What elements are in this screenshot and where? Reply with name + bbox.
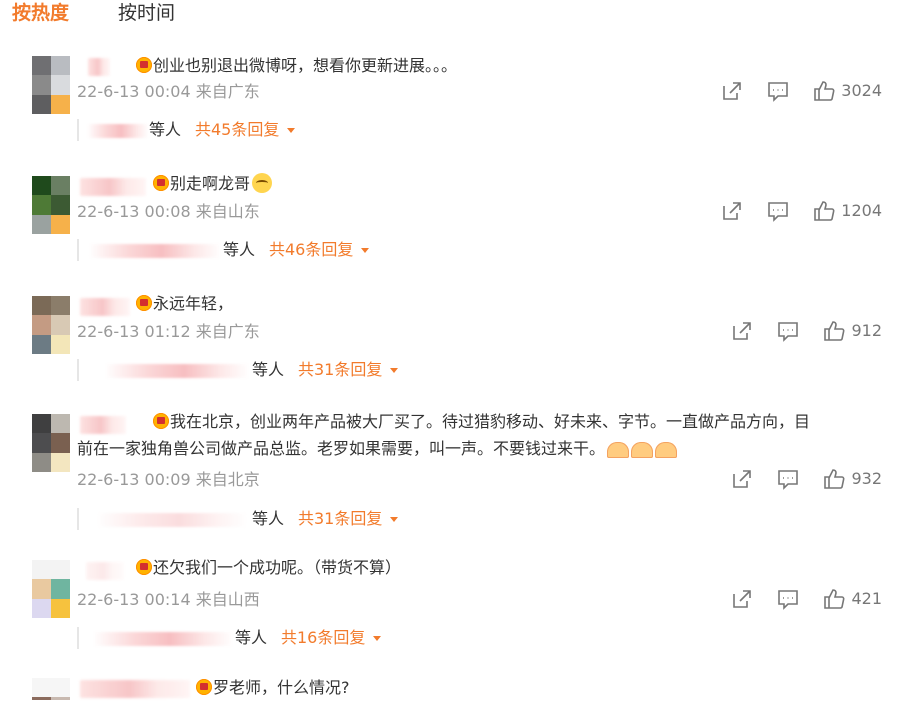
replies-count-link[interactable]: 共31条回复: [298, 508, 399, 530]
crying-emoji-icon: [252, 173, 273, 193]
replies-users-suffix: 等人: [235, 628, 268, 647]
avatar[interactable]: [32, 560, 70, 618]
vip-badge-icon: [136, 57, 152, 73]
comment-date: 22-6-13 00:14: [77, 590, 191, 609]
share-icon[interactable]: [731, 320, 753, 342]
like-count: 421: [851, 589, 882, 608]
replies-users-suffix: 等人: [252, 360, 285, 379]
comment-date: 22-6-13 00:09: [77, 470, 191, 489]
like-icon[interactable]: [813, 200, 835, 222]
username-blurred[interactable]: [88, 58, 110, 76]
replies-users-suffix: 等人: [149, 120, 182, 139]
like-count: 1204: [841, 201, 882, 220]
comment-location: 来自广东: [195, 82, 260, 101]
tab-sort-by-time[interactable]: 按时间: [118, 2, 175, 24]
comment-location: 来自广东: [195, 322, 260, 341]
username-blurred[interactable]: [86, 562, 124, 580]
comment-text: 还欠我们一个成功呢。（带货不算）: [136, 554, 401, 581]
replies-users-suffix: 等人: [252, 509, 285, 528]
comment-actions: 1204: [721, 200, 882, 222]
comment-meta: 22-6-13 00:08 来自山东: [77, 202, 260, 222]
like-icon[interactable]: [823, 320, 845, 342]
like-count: 932: [851, 469, 882, 488]
comment-meta: 22-6-13 00:04 来自广东: [77, 82, 260, 102]
comment-icon[interactable]: [777, 320, 799, 342]
comment-icon[interactable]: [767, 80, 789, 102]
comment-icon[interactable]: [767, 200, 789, 222]
comment-actions: 932: [731, 468, 882, 490]
tab-sort-by-hot[interactable]: 按热度: [12, 2, 69, 24]
share-icon[interactable]: [721, 200, 743, 222]
chevron-down-icon: [390, 368, 399, 373]
like-count: 912: [851, 321, 882, 340]
comment-icon[interactable]: [777, 588, 799, 610]
replies-count-link[interactable]: 共45条回复: [195, 119, 296, 141]
comment-text: 罗老师，什么情况?: [196, 674, 350, 701]
username-blurred[interactable]: [80, 680, 190, 698]
vip-badge-icon: [153, 413, 169, 429]
avatar[interactable]: [32, 56, 70, 114]
comment-actions: 421: [731, 588, 882, 610]
avatar[interactable]: [32, 414, 70, 472]
comment-text: 创业也别退出微博呀，想看你更新进展。。。: [136, 52, 457, 79]
comment-meta: 22-6-13 00:14 来自山西: [77, 590, 260, 610]
comment-date: 22-6-13 00:08: [77, 202, 191, 221]
username-blurred[interactable]: [80, 298, 130, 316]
comment-location: 来自北京: [195, 470, 260, 489]
share-icon[interactable]: [721, 80, 743, 102]
vip-badge-icon: [196, 679, 212, 695]
comment-date: 22-6-13 00:04: [77, 82, 191, 101]
folded-hands-emoji-icon: [607, 442, 630, 458]
like-icon[interactable]: [813, 80, 835, 102]
username-blurred[interactable]: [80, 416, 126, 434]
share-icon[interactable]: [731, 588, 753, 610]
chevron-down-icon: [361, 248, 370, 253]
sort-tabs: 按热度 按时间: [0, 0, 900, 30]
comment-actions: 3024: [721, 80, 882, 102]
like-icon[interactable]: [823, 588, 845, 610]
comment-date: 22-6-13 01:12: [77, 322, 191, 341]
like-icon[interactable]: [823, 468, 845, 490]
chevron-down-icon: [287, 128, 296, 133]
vip-badge-icon: [136, 295, 152, 311]
avatar[interactable]: [32, 678, 70, 700]
avatar[interactable]: [32, 176, 70, 234]
comment-text: 别走啊龙哥: [153, 170, 273, 197]
replies-count-link[interactable]: 共16条回复: [281, 627, 382, 649]
replies-users-suffix: 等人: [223, 240, 256, 259]
avatar[interactable]: [32, 296, 70, 354]
vip-badge-icon: [153, 175, 169, 191]
comment-actions: 912: [731, 320, 882, 342]
comment-text: 我在北京，创业两年产品被大厂买了。待过猎豹移动、好未来、字节。一直做产品方向，目: [153, 408, 810, 435]
comment-meta: 22-6-13 01:12 来自广东: [77, 322, 260, 342]
folded-hands-emoji-icon: [655, 442, 678, 458]
share-icon[interactable]: [731, 468, 753, 490]
folded-hands-emoji-icon: [631, 442, 654, 458]
like-count: 3024: [841, 81, 882, 100]
chevron-down-icon: [390, 517, 399, 522]
chevron-down-icon: [373, 636, 382, 641]
replies-count-link[interactable]: 共46条回复: [269, 239, 370, 261]
comment-icon[interactable]: [777, 468, 799, 490]
vip-badge-icon: [136, 559, 152, 575]
replies-count-link[interactable]: 共31条回复: [298, 359, 399, 381]
comment-text: 永远年轻，: [136, 290, 233, 317]
username-blurred[interactable]: [80, 178, 146, 196]
comment-location: 来自山东: [195, 202, 260, 221]
comment-meta: 22-6-13 00:09 来自北京: [77, 470, 260, 490]
comment-text-line2: 前在一家独角兽公司做产品总监。老罗如果需要，叫一声。不要钱过来干。: [77, 435, 678, 462]
comment-location: 来自山西: [195, 590, 260, 609]
